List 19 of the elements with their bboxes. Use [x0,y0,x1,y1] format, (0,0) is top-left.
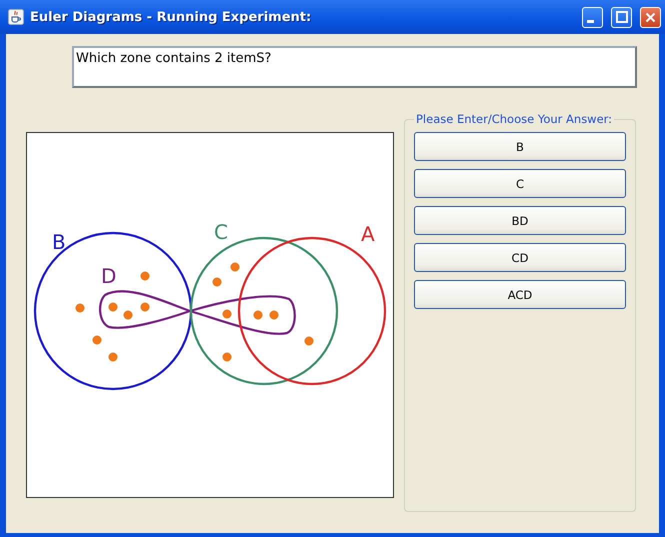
cup-icon [8,9,24,25]
answer-button[interactable]: BD [414,206,626,235]
answer-button[interactable]: ACD [414,280,626,309]
minimize-button[interactable] [582,6,603,28]
answer-button[interactable]: C [414,169,626,198]
answer-button[interactable]: B [414,132,626,161]
question-field[interactable]: Which zone contains 2 itemS? [72,46,637,88]
group-title: Please Enter/Choose Your Answer: [415,112,614,126]
maximize-button[interactable] [611,6,632,28]
minimize-icon [587,20,594,22]
window-title: Euler Diagrams - Running Experiment: [30,10,312,24]
close-icon [645,12,656,22]
set-label: B [52,230,66,254]
set-label: C [214,220,228,244]
close-button[interactable] [640,6,661,28]
set-label: A [361,222,375,246]
answer-button[interactable]: CD [414,243,626,272]
maximize-icon [616,11,628,23]
set-label: D [101,264,116,288]
